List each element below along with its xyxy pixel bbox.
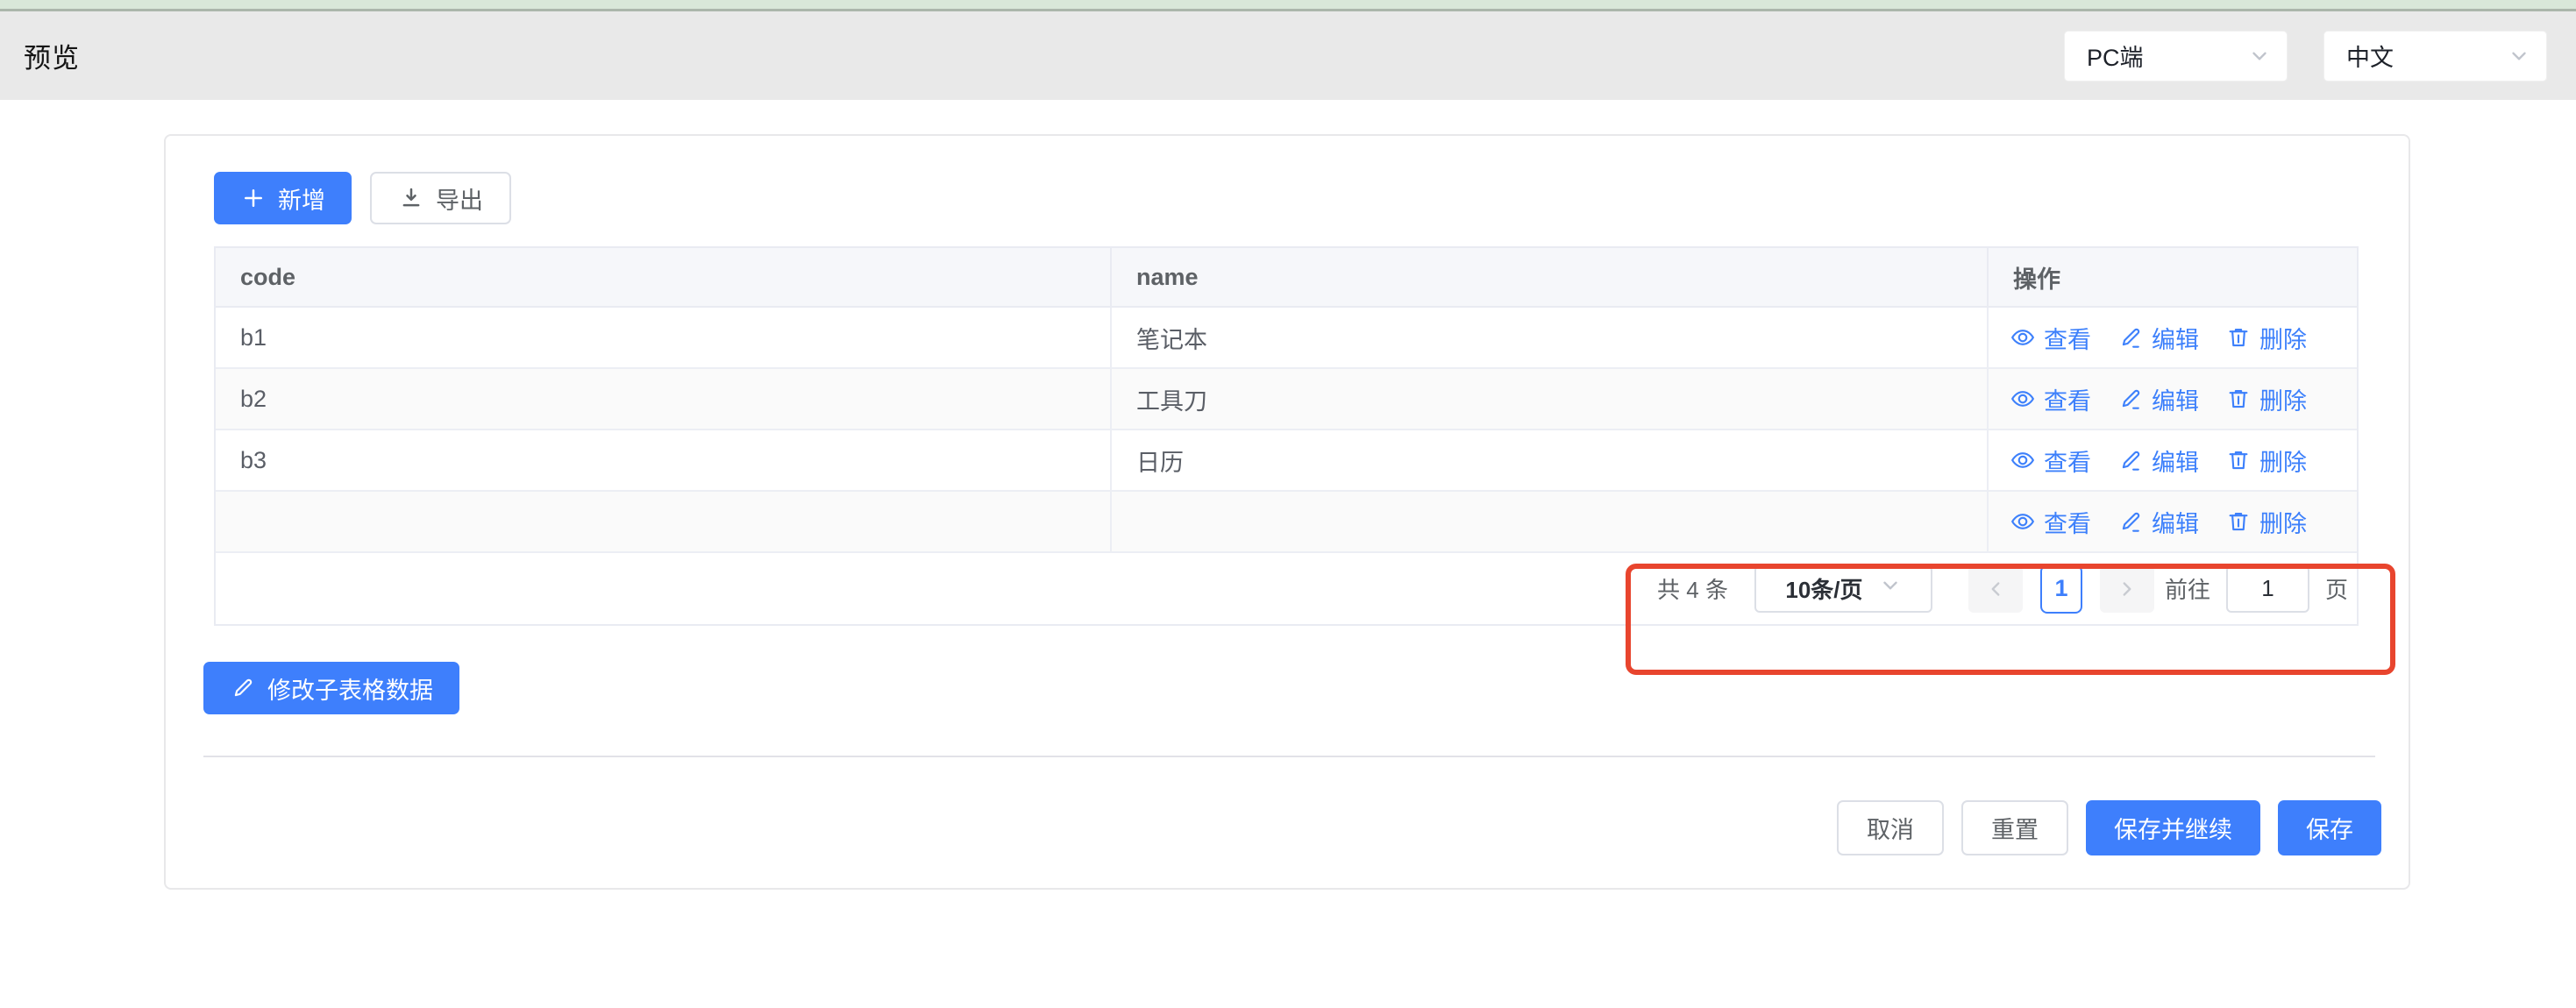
pencil-icon [230, 675, 256, 701]
row-delete-link[interactable]: 删除 [2225, 321, 2307, 355]
pagination-total: 共 4 条 [1657, 572, 1728, 605]
cell-code: b3 [216, 430, 1112, 490]
modify-subtable-button[interactable]: 修改子表格数据 [203, 662, 459, 714]
cell-name: 笔记本 [1112, 308, 1989, 367]
pencil-icon [2117, 508, 2144, 535]
cell-code [216, 492, 1112, 551]
row-delete-link[interactable]: 删除 [2225, 382, 2307, 416]
device-select-value: PC端 [2087, 39, 2144, 73]
eye-icon [2010, 386, 2036, 412]
device-select[interactable]: PC端 [2064, 31, 2288, 82]
cell-actions: 查看编辑删除 [1989, 430, 2357, 490]
trash-icon [2225, 324, 2252, 351]
save-and-continue-button[interactable]: 保存并继续 [2086, 800, 2260, 855]
export-button[interactable]: 导出 [370, 172, 511, 224]
row-view-link[interactable]: 查看 [2010, 444, 2091, 478]
add-button-label: 新增 [278, 181, 325, 216]
column-header-code: code [216, 248, 1112, 306]
pencil-icon [2117, 386, 2144, 412]
cancel-button[interactable]: 取消 [1837, 800, 1944, 855]
cell-code: b1 [216, 308, 1112, 367]
trash-icon [2225, 386, 2252, 412]
table-footer: 共 4 条 10条/页 1 前 [216, 553, 2357, 624]
row-edit-link[interactable]: 编辑 [2117, 382, 2199, 416]
chevron-down-icon [1879, 574, 1902, 603]
next-page-button[interactable] [2100, 565, 2154, 613]
trash-icon [2225, 508, 2252, 535]
eye-icon [2010, 324, 2036, 351]
chevron-down-icon [2248, 45, 2271, 67]
row-delete-link[interactable]: 删除 [2225, 444, 2307, 478]
goto-unit: 页 [2325, 572, 2348, 605]
save-button[interactable]: 保存 [2278, 800, 2381, 855]
export-button-label: 导出 [436, 181, 483, 216]
pagination: 共 4 条 10条/页 1 前 [1657, 564, 2348, 614]
goto-page-input[interactable] [2226, 565, 2309, 613]
plus-icon [240, 185, 267, 211]
download-icon [398, 185, 424, 211]
row-view-link[interactable]: 查看 [2010, 505, 2091, 539]
table-row: 查看编辑删除 [216, 492, 2357, 553]
table-body: b1笔记本查看编辑删除b2工具刀查看编辑删除b3日历查看编辑删除查看编辑删除 [216, 308, 2357, 553]
page-header: 预览 PC端 中文 [0, 11, 2576, 100]
table-row: b2工具刀查看编辑删除 [216, 369, 2357, 430]
eye-icon [2010, 447, 2036, 473]
row-edit-link[interactable]: 编辑 [2117, 321, 2199, 355]
modify-subtable-label: 修改子表格数据 [267, 671, 433, 706]
page-size-select[interactable]: 10条/页 [1754, 565, 1932, 613]
top-strip [0, 0, 2576, 9]
cell-actions: 查看编辑删除 [1989, 369, 2357, 429]
reset-button[interactable]: 重置 [1961, 800, 2068, 855]
eye-icon [2010, 508, 2036, 535]
cell-actions: 查看编辑删除 [1989, 492, 2357, 551]
pencil-icon [2117, 324, 2144, 351]
chevron-left-icon [1984, 578, 2007, 600]
table-row: b1笔记本查看编辑删除 [216, 308, 2357, 369]
language-select-value: 中文 [2346, 39, 2394, 73]
table-row: b3日历查看编辑删除 [216, 430, 2357, 492]
cell-code: b2 [216, 369, 1112, 429]
cell-name [1112, 492, 1989, 551]
page-title: 预览 [24, 36, 80, 75]
chevron-down-icon [2508, 45, 2530, 67]
form-action-buttons: 取消 重置 保存并继续 保存 [166, 800, 2405, 855]
row-edit-link[interactable]: 编辑 [2117, 505, 2199, 539]
data-table: code name 操作 b1笔记本查看编辑删除b2工具刀查看编辑删除b3日历查… [214, 246, 2359, 626]
header-selects: PC端 中文 [2064, 31, 2547, 82]
column-header-name: name [1112, 248, 1989, 306]
prev-page-button[interactable] [1968, 565, 2023, 613]
trash-icon [2225, 447, 2252, 473]
goto-label: 前往 [2165, 572, 2210, 605]
form-divider [203, 756, 2375, 757]
page-size-value: 10条/页 [1785, 572, 1862, 605]
row-view-link[interactable]: 查看 [2010, 321, 2091, 355]
language-select[interactable]: 中文 [2323, 31, 2547, 82]
form-card: 新增 导出 code name 操作 b1笔记本查看编辑删除b2工具刀查看编辑删… [164, 134, 2410, 890]
row-view-link[interactable]: 查看 [2010, 382, 2091, 416]
cell-name: 工具刀 [1112, 369, 1989, 429]
add-button[interactable]: 新增 [214, 172, 352, 224]
column-header-actions: 操作 [1989, 248, 2357, 306]
pencil-icon [2117, 447, 2144, 473]
cell-name: 日历 [1112, 430, 1989, 490]
chevron-right-icon [2116, 578, 2138, 600]
table-toolbar: 新增 导出 [214, 172, 511, 224]
cell-actions: 查看编辑删除 [1989, 308, 2357, 367]
row-edit-link[interactable]: 编辑 [2117, 444, 2199, 478]
table-header-row: code name 操作 [216, 248, 2357, 308]
row-delete-link[interactable]: 删除 [2225, 505, 2307, 539]
current-page-button[interactable]: 1 [2040, 564, 2082, 614]
